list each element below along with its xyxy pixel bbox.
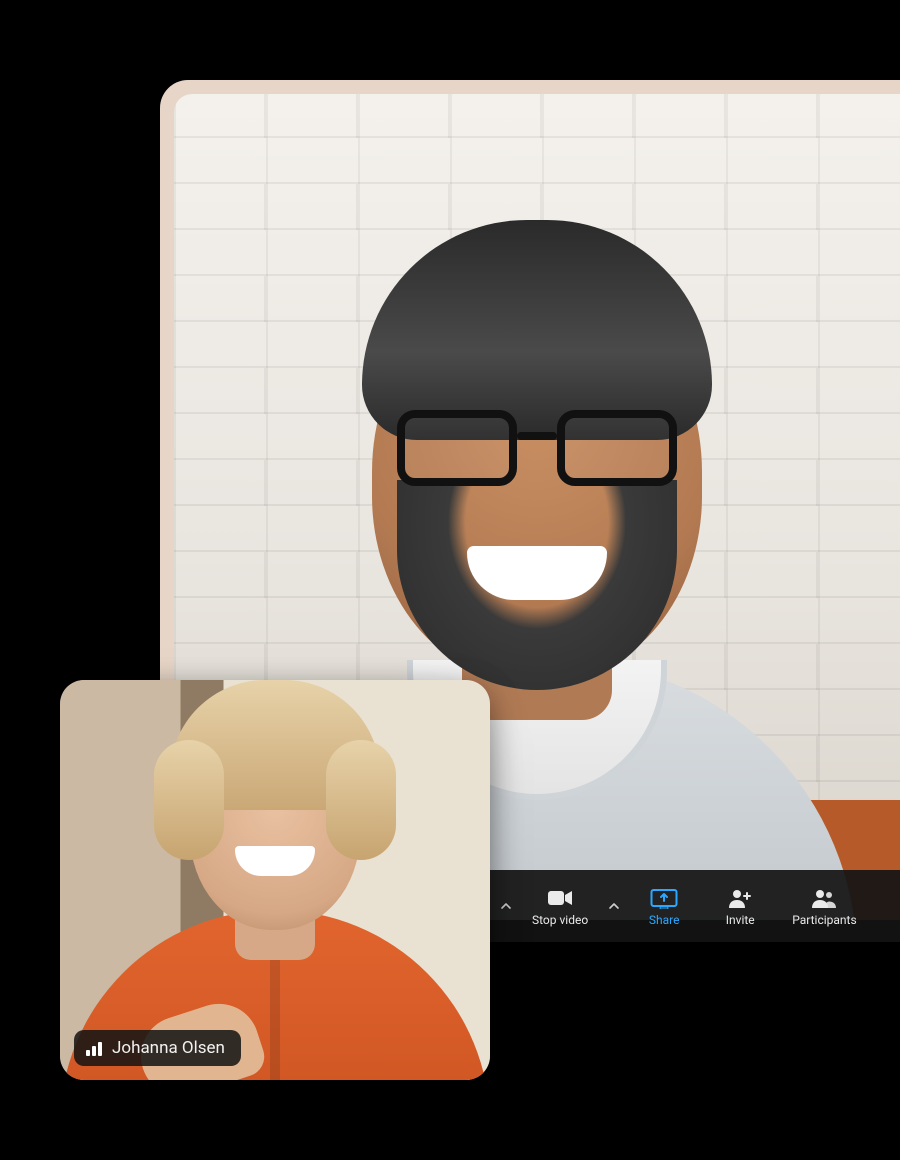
video-options-chevron[interactable]: [604, 900, 624, 912]
invite-button[interactable]: Invite: [704, 881, 776, 931]
stop-video-button[interactable]: Stop video: [520, 881, 600, 931]
participant-name-badge: Johanna Olsen: [74, 1030, 241, 1066]
video-camera-icon: [547, 887, 573, 909]
chevron-up-icon: [608, 900, 620, 912]
participants-icon: [811, 887, 837, 909]
invite-person-icon: [728, 887, 752, 909]
participants-button[interactable]: Participants: [780, 881, 868, 931]
call-toolbar: Stop video Share Invite: [490, 870, 900, 942]
toolbar-options-left[interactable]: [496, 900, 516, 912]
chevron-up-icon: [500, 900, 512, 912]
pip-video-tile[interactable]: Johanna Olsen: [60, 680, 490, 1080]
participant-name: Johanna Olsen: [112, 1038, 225, 1058]
signal-strength-icon: [86, 1040, 102, 1056]
invite-label: Invite: [726, 913, 755, 927]
share-screen-icon: [650, 887, 678, 909]
participants-label: Participants: [792, 913, 856, 927]
share-screen-button[interactable]: Share: [628, 881, 700, 931]
share-label: Share: [649, 913, 680, 927]
stop-video-label: Stop video: [532, 913, 588, 927]
